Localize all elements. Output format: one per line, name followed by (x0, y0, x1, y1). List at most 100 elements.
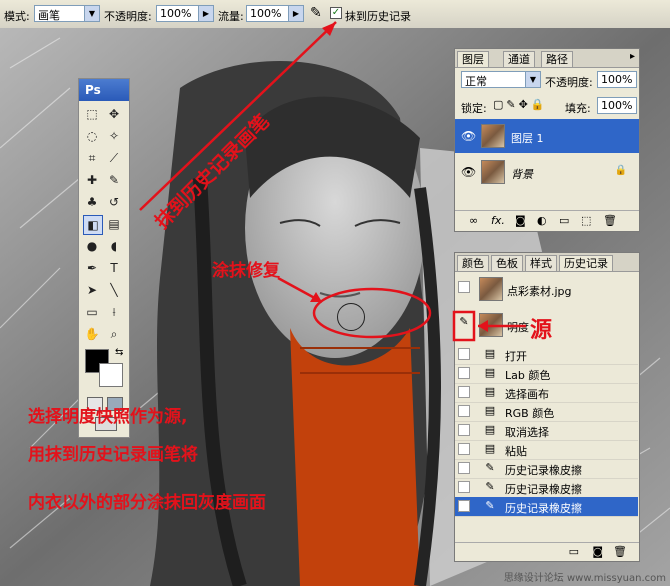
flow-input[interactable]: 100% ▶ (246, 5, 304, 22)
hand-icon[interactable]: ✋ (83, 325, 101, 343)
options-bar: 模式: 画笔 ▼ 不透明度: 100% ▶ 流量: 100% ▶ ✎ ✓ 抹到历… (0, 0, 670, 29)
mask-icon[interactable]: ◙ (515, 214, 526, 227)
opacity-value: 100% (160, 7, 192, 20)
tab-layers[interactable]: 图层 (457, 51, 489, 67)
eye-icon[interactable]: 👁 (461, 165, 476, 179)
history-state[interactable]: ▤ 粘贴 (455, 440, 638, 460)
doc-icon: ▤ (484, 404, 496, 417)
tab-swatches[interactable]: 色板 (491, 255, 523, 271)
history-state[interactable]: ▤ 打开 (455, 345, 638, 365)
opacity-input[interactable]: 100% ▶ (156, 5, 214, 22)
crop-icon[interactable]: ⌗ (83, 149, 101, 167)
history-state[interactable]: ▤ 取消选择 (455, 421, 638, 441)
group-icon[interactable]: ▭ (559, 214, 569, 227)
history-state[interactable]: ✎ 历史记录橡皮擦 (455, 497, 638, 517)
mode-select[interactable]: 画笔 ▼ (34, 5, 100, 22)
layer-row[interactable]: 👁 图层 1 (455, 119, 639, 153)
slice-icon[interactable]: ⟋ (105, 149, 123, 167)
background-color-swatch[interactable] (99, 363, 123, 387)
fx-icon[interactable]: fx. (491, 214, 505, 227)
fill-label: 填充: (565, 102, 591, 115)
line-icon[interactable]: ╲ (105, 281, 123, 299)
history-state-name: Lab 颜色 (505, 369, 551, 382)
lock-label: 锁定: (461, 102, 487, 115)
source-checkbox[interactable] (458, 500, 470, 512)
airbrush-icon[interactable]: ✎ (310, 5, 322, 21)
blend-mode-select[interactable]: 正常 ▼ (461, 71, 541, 88)
source-checkbox[interactable] (458, 281, 470, 293)
history-state-name: 粘贴 (505, 445, 527, 458)
tab-color[interactable]: 颜色 (457, 255, 489, 271)
erase-history-label: 抹到历史记录 (345, 10, 411, 23)
layer-row[interactable]: 👁 背景 🔒 (455, 155, 639, 189)
layer-opacity-input[interactable]: 100% (597, 71, 637, 88)
brush-icon: ✎ (485, 461, 495, 474)
eraser-icon[interactable]: ◧ (83, 215, 103, 235)
new-document-icon[interactable]: ▭ (569, 545, 579, 558)
layers-footer: ∞ fx. ◙ ◐ ▭ ⬚ 🗑 (455, 210, 639, 231)
snapshot-row[interactable]: 点彩素材.jpg (455, 273, 639, 305)
source-checkbox[interactable] (458, 348, 470, 360)
tab-paths[interactable]: 路径 (541, 51, 573, 67)
lock-icons[interactable]: ▢✎✥🔒 (493, 98, 548, 111)
healing-brush-icon[interactable]: ✚ (83, 171, 101, 189)
move-icon[interactable]: ✥ (105, 105, 123, 123)
adjustment-icon[interactable]: ◐ (537, 214, 547, 227)
new-layer-icon[interactable]: ⬚ (581, 214, 591, 227)
history-state[interactable]: ✎ 历史记录橡皮擦 (455, 478, 638, 498)
gradient-icon[interactable]: ▤ (105, 215, 123, 233)
history-brush-source-icon[interactable]: ✎ (456, 315, 472, 331)
source-checkbox[interactable] (458, 367, 470, 379)
annotation-line3: 内衣以外的部分涂抹回灰度画面 (28, 493, 266, 513)
fill-input[interactable]: 100% (597, 97, 637, 114)
annotation-line1: 选择明度快照作为源, (28, 407, 188, 427)
history-brush-icon[interactable]: ↺ (105, 193, 123, 211)
history-state-name: 打开 (505, 350, 527, 363)
history-state[interactable]: ✎ 历史记录橡皮擦 (455, 459, 638, 479)
layer-name: 背景 (511, 168, 533, 181)
tab-styles[interactable]: 样式 (525, 255, 557, 271)
path-select-icon[interactable]: ➤ (83, 281, 101, 299)
zoom-icon[interactable]: ⌕ (105, 325, 123, 343)
link-icon[interactable]: ∞ (469, 214, 478, 227)
source-checkbox[interactable] (458, 462, 470, 474)
history-state[interactable]: ▤ 选择画布 (455, 383, 638, 403)
brush-icon[interactable]: ✎ (105, 171, 123, 189)
eyedropper-icon[interactable]: ⟊ (105, 303, 123, 321)
history-state[interactable]: ▤ Lab 颜色 (455, 364, 638, 384)
snapshot-thumbnail (479, 277, 503, 301)
panel-menu-icon[interactable]: ▸ (630, 51, 635, 62)
swap-colors-icon[interactable]: ⇆ (115, 347, 123, 358)
opacity-label: 不透明度: (104, 10, 152, 23)
history-footer: ▭ ◙ 🗑 (455, 542, 639, 561)
history-state[interactable]: ▤ RGB 颜色 (455, 402, 638, 422)
notes-icon[interactable]: ▭ (83, 303, 101, 321)
camera-icon[interactable]: ◙ (592, 545, 603, 558)
doc-icon: ▤ (484, 423, 496, 436)
erase-history-checkbox[interactable]: ✓ (330, 7, 342, 19)
chevron-down-icon: ▼ (525, 72, 540, 87)
lock-icon: 🔒 (614, 165, 627, 176)
stamp-icon[interactable]: ♣ (83, 193, 101, 211)
source-checkbox[interactable] (458, 481, 470, 493)
source-checkbox[interactable] (458, 443, 470, 455)
history-state-name: 历史记录橡皮擦 (505, 464, 582, 477)
blur-icon[interactable]: ● (83, 237, 101, 255)
history-state-name: 取消选择 (505, 426, 549, 439)
marquee-icon[interactable]: ⬚ (83, 105, 101, 123)
lasso-icon[interactable]: ◌ (83, 127, 101, 145)
pen-icon[interactable]: ✒ (83, 259, 101, 277)
eye-icon[interactable]: 👁 (461, 129, 476, 143)
tab-history[interactable]: 历史记录 (559, 255, 613, 271)
layer-thumbnail (481, 160, 505, 184)
type-icon[interactable]: T (105, 259, 123, 277)
trash-icon[interactable]: 🗑 (603, 214, 617, 227)
dodge-icon[interactable]: ◖ (105, 237, 123, 255)
trash-icon[interactable]: 🗑 (613, 545, 627, 558)
layer-name: 图层 1 (511, 132, 544, 145)
source-checkbox[interactable] (458, 405, 470, 417)
source-checkbox[interactable] (458, 424, 470, 436)
tab-channels[interactable]: 通道 (503, 51, 535, 67)
magic-wand-icon[interactable]: ✧ (105, 127, 123, 145)
source-checkbox[interactable] (458, 386, 470, 398)
